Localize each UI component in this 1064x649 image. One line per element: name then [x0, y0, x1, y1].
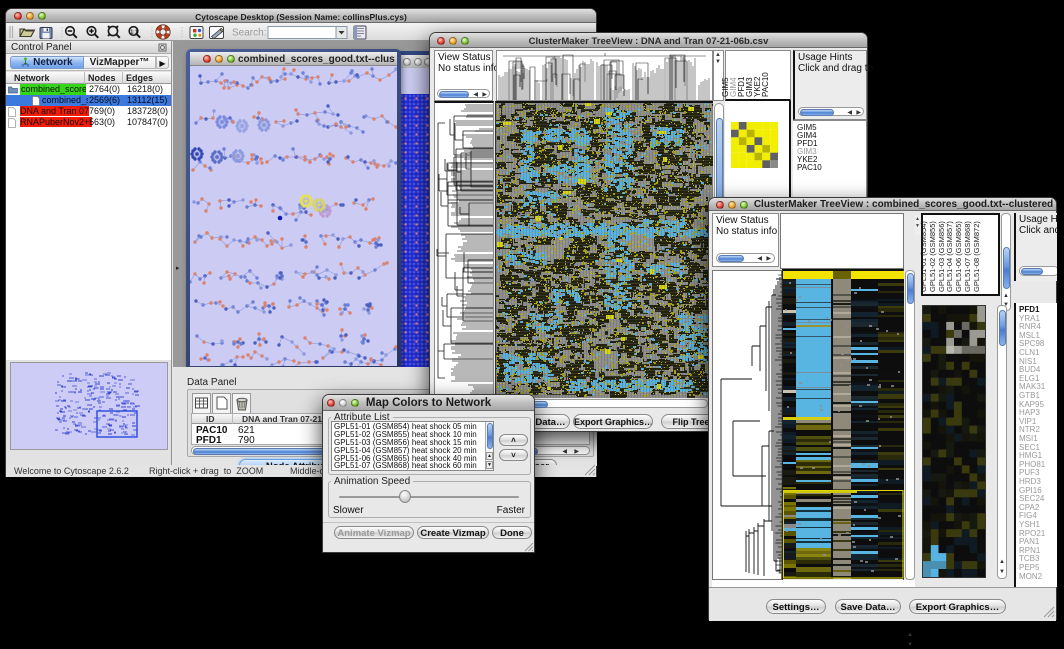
svg-text:1:1: 1:1	[130, 30, 137, 36]
svg-text:Search:: Search:	[232, 28, 266, 39]
